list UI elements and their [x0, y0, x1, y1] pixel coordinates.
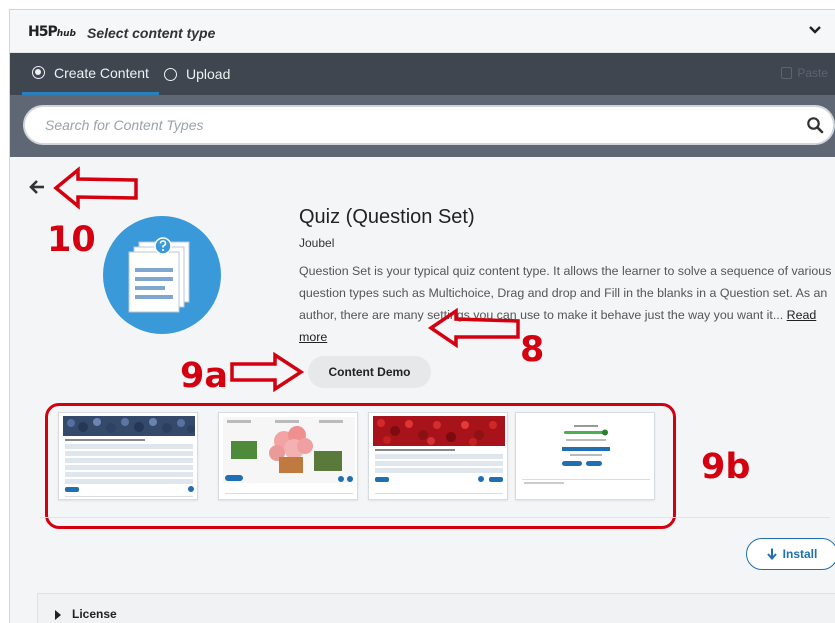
question-set-icon: [103, 216, 221, 334]
content-type-description: Question Set is your typical quiz conten…: [299, 260, 835, 348]
annotation-label-9b: 9b: [701, 447, 751, 487]
radio-unselected-icon: [164, 67, 177, 81]
clipboard-icon: [781, 67, 793, 79]
content-type-owner: Joubel: [299, 236, 335, 250]
annotation-arrow-demo: [230, 351, 305, 393]
logo-sub-text: hub: [56, 29, 76, 39]
license-label: License: [72, 607, 117, 621]
radio-selected-icon: [32, 66, 45, 79]
search-icon[interactable]: [806, 116, 824, 134]
paste-button[interactable]: Paste: [781, 66, 828, 80]
content-demo-button[interactable]: Content Demo: [308, 356, 431, 388]
license-panel[interactable]: License: [37, 593, 835, 623]
annotation-label-9a: 9a: [180, 356, 228, 396]
annotation-arrow-read-more: [427, 307, 520, 349]
annotation-arrow-back: [53, 166, 138, 210]
annotation-label-8: 8: [520, 330, 545, 370]
divider: [40, 517, 830, 518]
back-arrow-icon[interactable]: [28, 178, 46, 196]
chevron-down-icon[interactable]: [806, 21, 824, 39]
install-button[interactable]: Install: [746, 538, 835, 570]
tab-upload-label: Upload: [186, 66, 231, 82]
hub-title: Select content type: [87, 25, 216, 41]
search-input[interactable]: [23, 105, 835, 145]
description-text: Question Set is your typical quiz conten…: [299, 264, 832, 322]
logo-text: H5P: [28, 24, 58, 40]
tab-bar: Create Content Upload Paste: [10, 53, 835, 95]
hub-frame: H5Phub Select content type Create Conten…: [9, 9, 835, 623]
caret-right-icon: [55, 610, 61, 620]
tab-upload[interactable]: Upload: [164, 53, 230, 95]
tab-create-label: Create Content: [54, 64, 149, 81]
download-arrow-icon: [766, 548, 777, 560]
hub-header[interactable]: H5Phub Select content type: [10, 10, 835, 53]
h5p-logo: H5Phub: [28, 24, 76, 40]
annotation-box-screenshots: [45, 403, 676, 529]
tab-create-content[interactable]: Create Content: [22, 53, 159, 95]
annotation-label-10: 10: [47, 220, 96, 260]
search-band: [10, 95, 835, 157]
content-type-title: Quiz (Question Set): [299, 206, 475, 228]
paste-label: Paste: [797, 66, 828, 80]
install-label: Install: [782, 547, 818, 561]
